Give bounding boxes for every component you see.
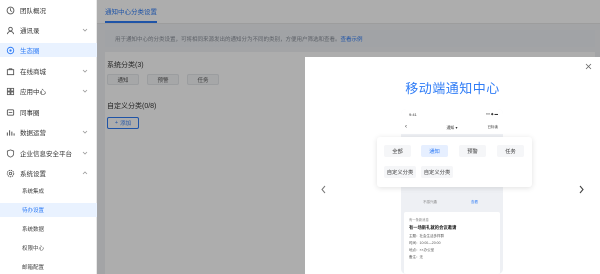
phone-footer-right: 查看 — [471, 200, 478, 204]
phone-mockup: 9:41 ▪▪▪ ◆ ▬ ‹ 通知 ▾ 已标读 不感兴趣 查看 有一条新消息 有… — [401, 109, 503, 274]
sidebar-item-colleague-circle[interactable]: 同事圈 — [0, 105, 97, 119]
signal-icon: ▪▪▪ ◆ ▬ — [486, 112, 498, 116]
sidebar-item-team-overview[interactable]: 团队概况 — [0, 3, 97, 17]
sidebar-item-label: 在线商城 — [20, 69, 46, 76]
colleague-circle-icon — [6, 108, 15, 117]
phone-status-bar: 9:41 ▪▪▪ ◆ ▬ — [401, 109, 503, 121]
phone-time: 9:41 — [409, 112, 417, 117]
card-source: 有一条新消息 — [409, 218, 429, 222]
filter-chip-task: 任务 — [497, 145, 524, 157]
example-dialog: 移动端通知中心 9:41 ▪▪▪ ◆ ▬ ‹ 通知 ▾ 已标读 不感兴趣 查看 … — [305, 57, 600, 274]
chevron-down-icon — [82, 28, 88, 32]
sidebar-subitem-label: 系统数据 — [22, 227, 45, 233]
sidebar-item-label: 团队概况 — [20, 8, 46, 15]
sidebar-item-security-platform[interactable]: 企业信息安全平台 — [0, 146, 97, 160]
filter-chip-warning: 预警 — [459, 145, 486, 157]
sidebar-item-ecosystem[interactable]: 生态圈 — [0, 43, 97, 57]
sidebar-subitem-mailbox-config[interactable]: 邮箱配置 — [0, 260, 97, 274]
sidebar-subitem-permission-center[interactable]: 权限中心 — [0, 241, 97, 255]
sidebar-item-app-center[interactable]: 应用中心 — [0, 84, 97, 98]
phone-message-card: 有一条新消息 有一场新礼就的会议邀请 主题：社会生活多样群 时间：10:00—2… — [404, 212, 500, 274]
phone-read-all: 已标读 — [487, 125, 499, 129]
security-platform-icon — [6, 148, 15, 158]
card-line: 主题：社会生活多样群 — [409, 234, 444, 238]
sidebar-item-system-settings[interactable]: 系统设置 — [0, 166, 97, 180]
sidebar-item-label: 通讯录 — [20, 28, 40, 35]
sidebar: 团队概况 通讯录 生态圈 在线商城 应用中心 同事圈 数据运营 企业信息安全平台… — [0, 0, 97, 274]
phone-nav-bar: ‹ 通知 ▾ 已标读 — [401, 121, 503, 134]
card-title: 有一场新礼就的会议邀请 — [409, 225, 457, 230]
team-overview-icon — [6, 6, 15, 15]
data-operations-icon — [6, 128, 15, 137]
chevron-down-icon — [82, 130, 88, 134]
sidebar-item-label: 系统设置 — [20, 171, 46, 178]
system-settings-icon — [6, 169, 15, 178]
chevron-up-icon — [82, 171, 88, 175]
filter-chip-custom: 自定义分类 — [421, 166, 453, 178]
dialog-title: 移动端通知中心 — [405, 81, 500, 96]
app-center-icon — [6, 87, 15, 96]
sidebar-subitem-system-integration[interactable]: 系统集成 — [0, 184, 97, 198]
sidebar-item-label: 生态圈 — [20, 48, 40, 55]
chevron-right-icon[interactable] — [578, 185, 585, 194]
filter-chip-custom: 自定义分类 — [384, 166, 416, 178]
sidebar-item-label: 应用中心 — [20, 89, 46, 96]
close-icon[interactable] — [585, 63, 592, 70]
filter-chip-all: 全部 — [384, 145, 411, 157]
sidebar-item-data-operations[interactable]: 数据运营 — [0, 125, 97, 139]
sidebar-item-label: 企业信息安全平台 — [20, 151, 72, 158]
card-line: 备注：无 — [409, 255, 423, 259]
sidebar-subitem-label: 系统集成 — [22, 189, 45, 195]
contacts-icon — [6, 26, 15, 35]
sidebar-subitem-label: 权限中心 — [22, 246, 45, 252]
sidebar-item-label: 数据运营 — [20, 130, 46, 137]
chevron-down-icon — [82, 151, 88, 155]
filter-chip-notification: 通知 — [421, 145, 448, 157]
sidebar-subitem-label: 待办设置 — [22, 208, 45, 214]
chevron-left-icon[interactable] — [320, 185, 327, 194]
sidebar-subitem-system-data[interactable]: 系统数据 — [0, 222, 97, 236]
sidebar-item-online-store[interactable]: 在线商城 — [0, 64, 97, 78]
sidebar-subitem-label: 邮箱配置 — [22, 265, 45, 271]
category-filter-popup: 全部 通知 预警 任务 自定义分类 自定义分类 — [377, 137, 532, 187]
chevron-down-icon — [82, 89, 88, 93]
sidebar-subitem-todo-settings[interactable]: 待办设置 — [0, 203, 97, 217]
card-line: 地点：××办公室 — [409, 248, 435, 252]
sidebar-item-contacts[interactable]: 通讯录 — [0, 23, 97, 37]
ecosystem-icon — [6, 46, 15, 55]
online-store-icon — [6, 67, 15, 76]
sidebar-item-label: 同事圈 — [20, 110, 40, 117]
chevron-down-icon — [82, 69, 88, 73]
phone-footer-left: 不感兴趣 — [423, 200, 437, 204]
card-line: 时间：10:00—20:00 — [409, 241, 441, 245]
